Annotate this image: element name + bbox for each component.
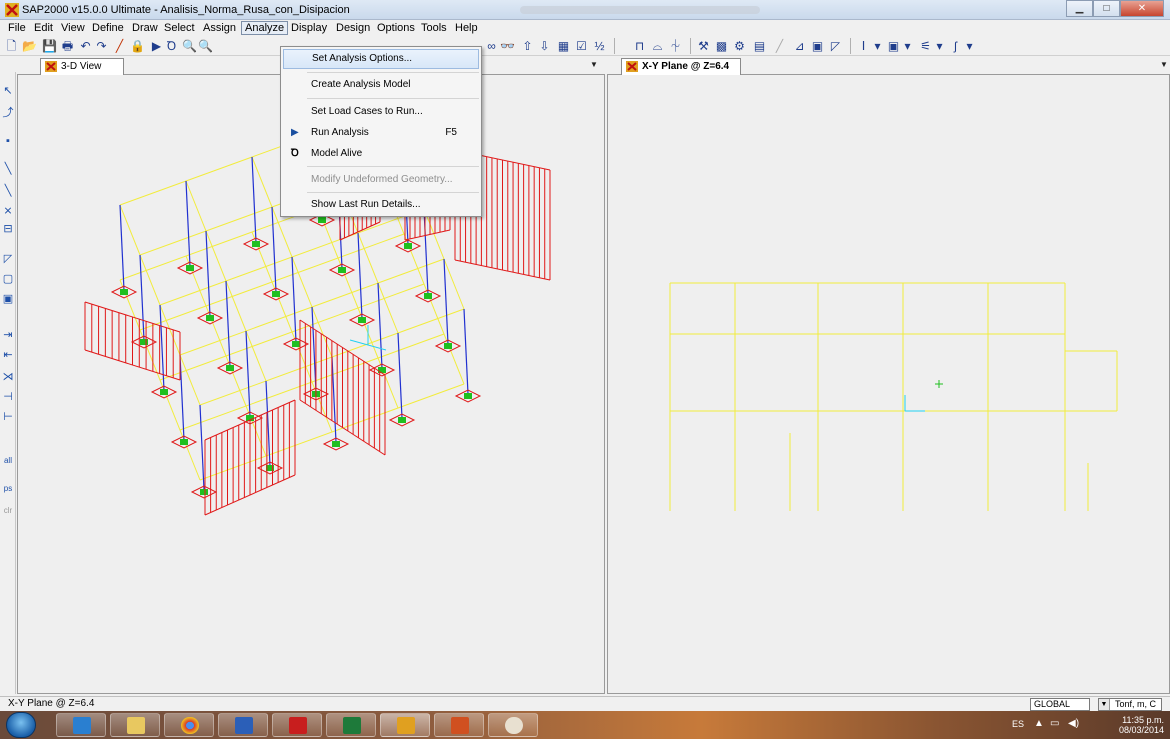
- windows-taskbar: ES ▲ ▭ ◀) 11:35 p.m. 08/03/2014: [0, 711, 1170, 739]
- language-indicator[interactable]: ES: [1012, 719, 1024, 729]
- column: [139, 254, 145, 341]
- status-bar: X-Y Plane @ Z=6.4 GLOBAL ▼ Tonf, m, C: [0, 696, 1170, 711]
- menu-item-show-last-run-details[interactable]: Show Last Run Details...: [283, 195, 479, 215]
- menu-item-label: Set Load Cases to Run...: [311, 106, 423, 117]
- column: [271, 206, 277, 293]
- taskbar-app-excel[interactable]: [326, 713, 376, 737]
- column: [225, 280, 231, 367]
- damper-wall-line: [404, 229, 451, 241]
- column: [357, 232, 363, 319]
- analyze-menu: Set Analysis Options... Create Analysis …: [280, 46, 482, 217]
- clock[interactable]: 11:35 p.m. 08/03/2014: [1119, 715, 1164, 735]
- column: [185, 180, 191, 267]
- support-restraint: [226, 365, 234, 371]
- coordinate-system-select[interactable]: GLOBAL: [1030, 698, 1090, 711]
- taskbar-app-explorer[interactable]: [110, 713, 160, 737]
- chevron-down-icon: ▼: [1099, 699, 1110, 710]
- taskbar-app-sap2000[interactable]: [380, 713, 430, 737]
- menu-separator: [307, 98, 479, 99]
- support-restraint: [200, 489, 208, 495]
- menu-item-label: Modify Undeformed Geometry...: [311, 174, 453, 185]
- column: [331, 356, 337, 443]
- model-alive-icon: Ꝺ: [291, 148, 299, 159]
- support-restraint: [140, 339, 148, 345]
- column: [291, 256, 297, 343]
- menu-item-shortcut: F5: [445, 127, 457, 138]
- taskbar-app-media-player[interactable]: [56, 713, 106, 737]
- taskbar-app-word[interactable]: [218, 713, 268, 737]
- network-icon[interactable]: ▭: [1050, 718, 1059, 729]
- support-restraint: [272, 291, 280, 297]
- column: [443, 258, 449, 345]
- column: [251, 156, 257, 243]
- model-drawing: [84, 108, 1118, 516]
- taskbar-app-acrobat[interactable]: [272, 713, 322, 737]
- volume-icon[interactable]: ◀): [1068, 718, 1079, 729]
- support-restraint: [206, 315, 214, 321]
- column: [245, 330, 251, 417]
- menu-item-set-analysis-options[interactable]: Set Analysis Options...: [283, 49, 479, 69]
- clock-date: 08/03/2014: [1118, 725, 1164, 735]
- menu-item-model-alive[interactable]: Ꝺ Model Alive: [283, 144, 479, 164]
- clock-time: 11:35 p.m.: [1122, 715, 1164, 725]
- menu-item-label: Model Alive: [311, 148, 363, 159]
- support-restraint: [252, 241, 260, 247]
- support-restraint: [338, 267, 346, 273]
- column: [119, 204, 125, 291]
- column: [463, 308, 469, 395]
- column: [205, 230, 211, 317]
- support-restraint: [444, 343, 452, 349]
- column: [377, 282, 383, 369]
- coordinate-system-value: GLOBAL: [1034, 699, 1071, 709]
- support-restraint: [180, 439, 188, 445]
- show-hidden-icons-icon[interactable]: ▲: [1034, 718, 1044, 729]
- menu-separator: [307, 72, 479, 73]
- column: [397, 332, 403, 419]
- xy-plane-graphics: [669, 282, 1118, 511]
- column: [199, 404, 205, 491]
- play-icon: ▶: [291, 127, 299, 138]
- taskbar-app-chrome[interactable]: [164, 713, 214, 737]
- column: [179, 354, 185, 441]
- menu-item-label: Create Analysis Model: [311, 79, 411, 90]
- menu-item-modify-undeformed-geometry: Modify Undeformed Geometry...: [283, 170, 479, 190]
- support-restraint: [358, 317, 366, 323]
- support-restraint: [332, 441, 340, 447]
- support-restraint: [318, 217, 326, 223]
- units-select[interactable]: ▼ Tonf, m, C: [1098, 698, 1162, 711]
- support-restraint: [186, 265, 194, 271]
- units-value: Tonf, m, C: [1115, 699, 1157, 709]
- status-text: X-Y Plane @ Z=6.4: [8, 698, 95, 709]
- support-restraint: [404, 243, 412, 249]
- support-restraint: [120, 289, 128, 295]
- menu-item-set-load-cases[interactable]: Set Load Cases to Run...: [283, 102, 479, 122]
- support-restraint: [398, 417, 406, 423]
- column: [159, 304, 165, 391]
- menu-item-label: Set Analysis Options...: [312, 53, 413, 64]
- support-restraint: [292, 341, 300, 347]
- taskbar-app-powerpoint[interactable]: [434, 713, 484, 737]
- taskbar-app-paint[interactable]: [488, 713, 538, 737]
- menu-item-label: Run Analysis: [311, 127, 369, 138]
- menu-separator: [307, 166, 479, 167]
- menu-item-label: Show Last Run Details...: [311, 199, 421, 210]
- support-restraint: [160, 389, 168, 395]
- support-restraint: [424, 293, 432, 299]
- support-restraint: [464, 393, 472, 399]
- menu-item-run-analysis[interactable]: ▶ Run Analysis F5: [283, 123, 479, 143]
- column: [311, 306, 317, 393]
- start-button[interactable]: [6, 712, 36, 738]
- menu-separator: [307, 192, 479, 193]
- menu-item-create-analysis-model[interactable]: Create Analysis Model: [283, 75, 479, 95]
